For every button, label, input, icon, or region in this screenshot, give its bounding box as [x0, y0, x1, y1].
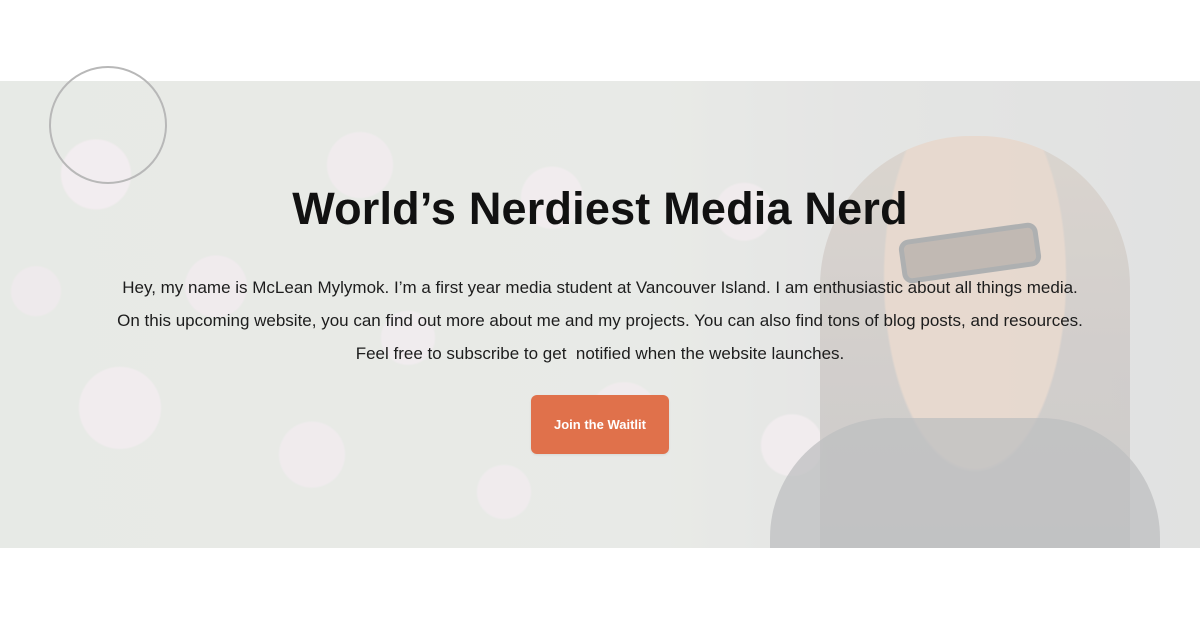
- join-waitlist-button[interactable]: Join the Waitlit: [531, 395, 669, 454]
- landing-page: World’s Nerdiest Media Nerd Hey, my name…: [0, 0, 1200, 630]
- intro-paragraph: Hey, my name is McLean Mylymok. I’m a fi…: [117, 278, 1088, 363]
- page-title: World’s Nerdiest Media Nerd: [292, 183, 908, 234]
- hero-content: World’s Nerdiest Media Nerd Hey, my name…: [0, 81, 1200, 548]
